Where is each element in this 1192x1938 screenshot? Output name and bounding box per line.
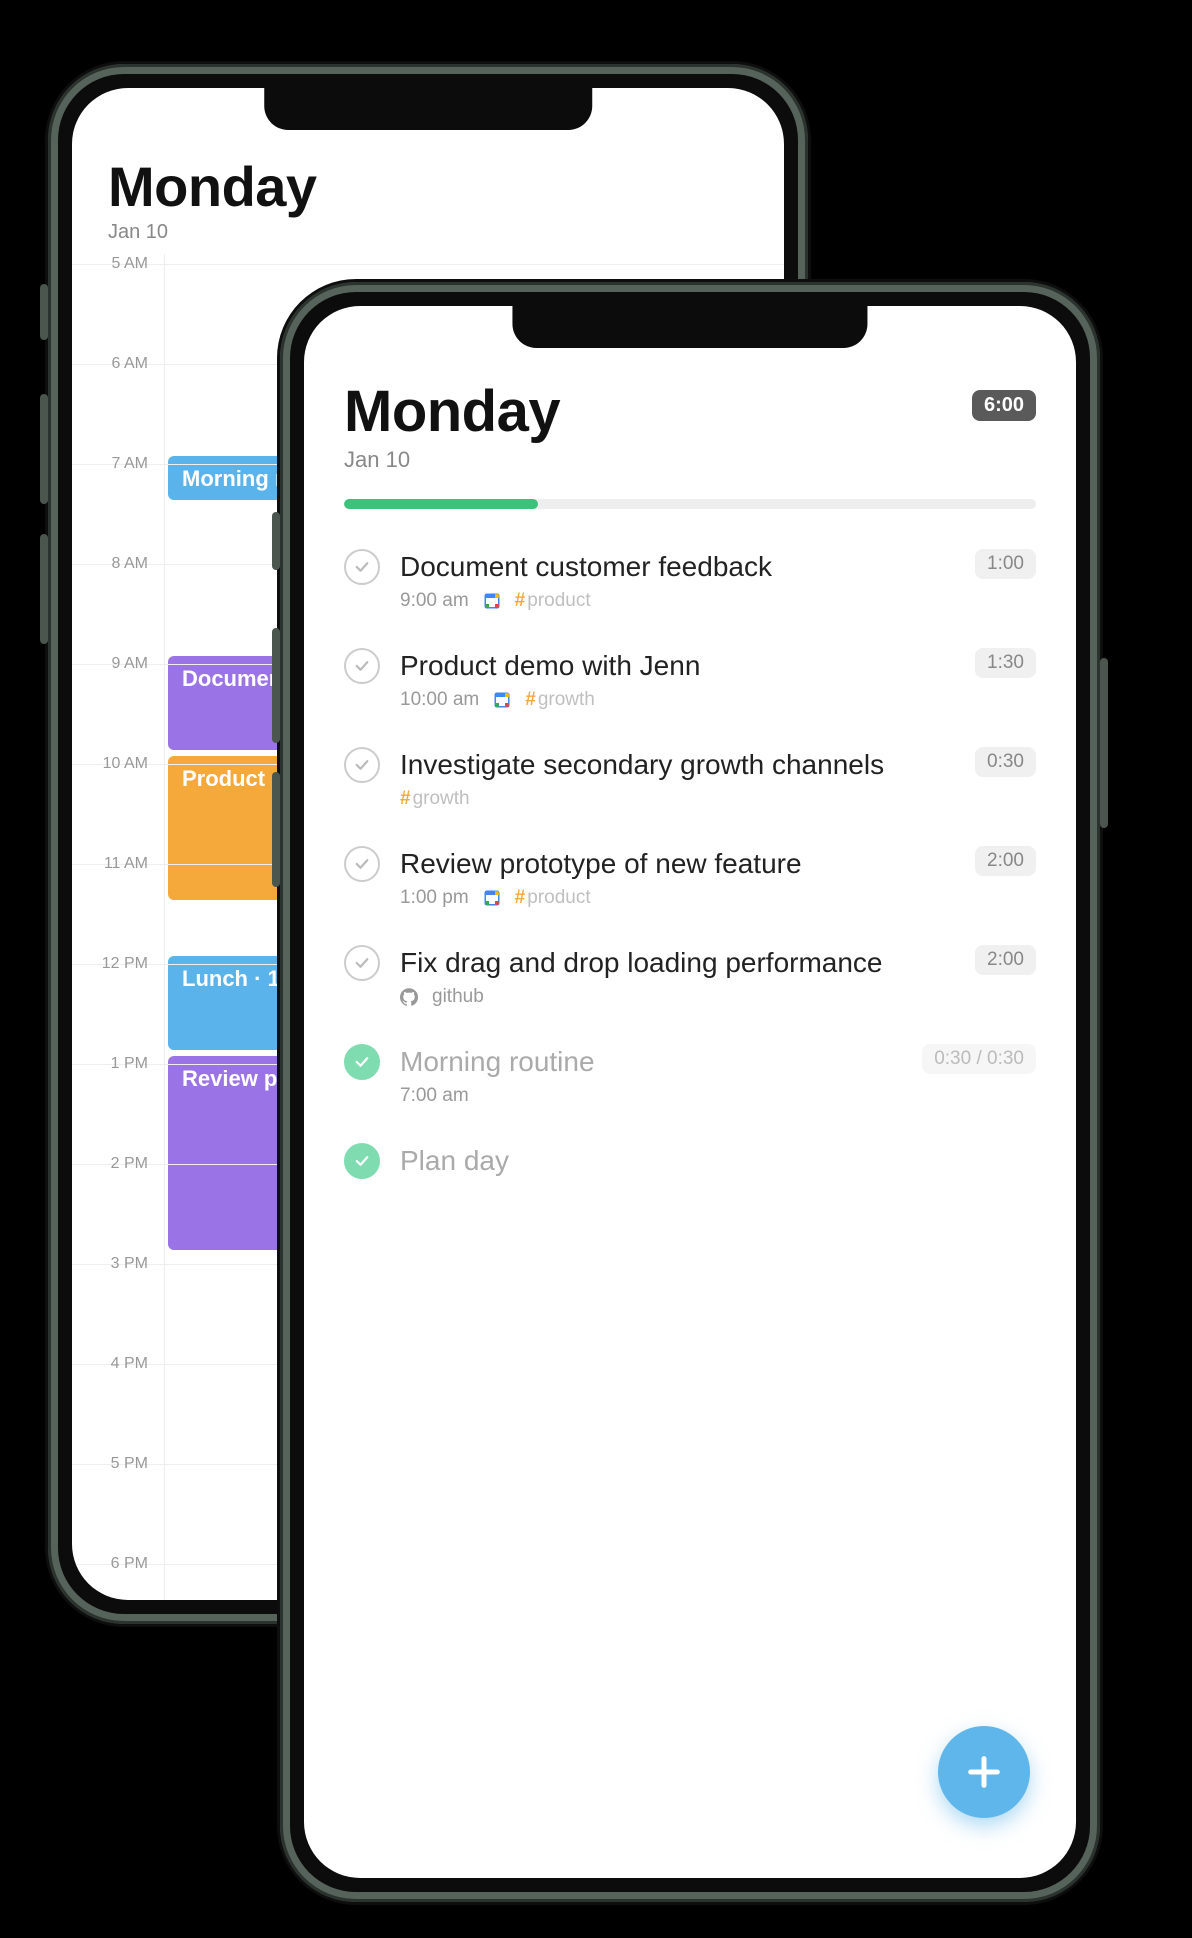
- task-checkbox[interactable]: [344, 1143, 380, 1179]
- total-duration-badge: 6:00: [972, 390, 1036, 421]
- task-title: Plan day: [400, 1143, 1036, 1178]
- task-meta: 7:00 am: [400, 1085, 922, 1107]
- hour-label: 5 AM: [90, 255, 148, 273]
- google-calendar-icon: [483, 592, 501, 610]
- hour-label: 6 PM: [90, 1555, 148, 1573]
- day-title: Monday: [344, 378, 560, 445]
- task-title: Review prototype of new feature: [400, 846, 975, 881]
- side-button: [272, 628, 280, 743]
- task-main: Plan day: [400, 1143, 1036, 1178]
- task-checkbox[interactable]: [344, 945, 380, 981]
- hour-label: 10 AM: [90, 755, 148, 773]
- phone-notch: [512, 306, 867, 348]
- task-tag[interactable]: #growth: [525, 689, 595, 711]
- task-row[interactable]: Plan day: [344, 1129, 1036, 1201]
- task-title: Morning routine: [400, 1044, 922, 1079]
- progress-track: [344, 499, 1036, 509]
- task-row[interactable]: Review prototype of new feature 1:00 pm #…: [344, 832, 1036, 931]
- google-calendar-icon: [493, 691, 511, 709]
- hour-label: 2 PM: [90, 1155, 148, 1173]
- tasks-screen: Monday Jan 10 6:00 Document customer fee…: [304, 306, 1076, 1878]
- add-task-button[interactable]: [938, 1726, 1030, 1818]
- task-time: 9:00 am: [400, 590, 469, 612]
- task-meta: github: [400, 986, 975, 1008]
- task-meta: 1:00 pm #product: [400, 887, 975, 909]
- side-button: [1100, 658, 1108, 828]
- hour-label: 9 AM: [90, 655, 148, 673]
- task-duration-pill: 1:00: [975, 549, 1036, 579]
- hour-label: 7 AM: [90, 455, 148, 473]
- task-checkbox[interactable]: [344, 1044, 380, 1080]
- task-row[interactable]: Fix drag and drop loading performance gi…: [344, 931, 1036, 1030]
- task-checkbox[interactable]: [344, 747, 380, 783]
- side-button: [40, 284, 48, 340]
- task-row[interactable]: Morning routine 7:00 am 0:30 / 0:30: [344, 1030, 1036, 1129]
- task-checkbox[interactable]: [344, 846, 380, 882]
- github-icon: [400, 988, 418, 1006]
- task-title: Investigate secondary growth channels: [400, 747, 975, 782]
- task-tag[interactable]: #growth: [400, 788, 470, 810]
- task-meta: 9:00 am #product: [400, 590, 975, 612]
- task-source-github: github: [432, 986, 484, 1008]
- task-time: 10:00 am: [400, 689, 479, 711]
- hour-label: 5 PM: [90, 1455, 148, 1473]
- task-main: Review prototype of new feature 1:00 pm #…: [400, 846, 975, 909]
- task-main: Document customer feedback 9:00 am #produ…: [400, 549, 975, 612]
- task-time: 7:00 am: [400, 1085, 469, 1107]
- hour-label: 8 AM: [90, 555, 148, 573]
- hour-label: 3 PM: [90, 1255, 148, 1273]
- date-subtitle: Jan 10: [108, 221, 748, 244]
- task-main: Investigate secondary growth channels #gr…: [400, 747, 975, 810]
- task-title: Document customer feedback: [400, 549, 975, 584]
- phone-tasks: Monday Jan 10 6:00 Document customer fee…: [280, 282, 1100, 1902]
- task-row[interactable]: Product demo with Jenn10:00 am #growth1:…: [344, 634, 1036, 733]
- task-checkbox[interactable]: [344, 648, 380, 684]
- task-row[interactable]: Document customer feedback 9:00 am #produ…: [344, 535, 1036, 634]
- task-duration-pill: 1:30: [975, 648, 1036, 678]
- date-subtitle: Jan 10: [344, 447, 560, 473]
- task-main: Morning routine 7:00 am: [400, 1044, 922, 1107]
- progress-fill: [344, 499, 538, 509]
- side-button: [272, 772, 280, 887]
- task-meta: #growth: [400, 788, 975, 810]
- hour-label: 6 AM: [90, 355, 148, 373]
- phone-notch: [264, 88, 592, 130]
- task-title: Fix drag and drop loading performance: [400, 945, 975, 980]
- task-duration-pill: 0:30: [975, 747, 1036, 777]
- task-main: Fix drag and drop loading performance gi…: [400, 945, 975, 1008]
- task-time: 1:00 pm: [400, 887, 469, 909]
- task-duration-pill: 0:30 / 0:30: [922, 1044, 1036, 1074]
- side-button: [272, 512, 280, 570]
- hour-label: 11 AM: [90, 855, 148, 873]
- side-button: [40, 394, 48, 504]
- task-duration-pill: 2:00: [975, 846, 1036, 876]
- google-calendar-icon: [483, 889, 501, 907]
- task-list[interactable]: Document customer feedback 9:00 am #produ…: [304, 509, 1076, 1201]
- hour-label: 1 PM: [90, 1055, 148, 1073]
- plus-icon: [964, 1752, 1004, 1792]
- task-row[interactable]: Investigate secondary growth channels #gr…: [344, 733, 1036, 832]
- task-meta: 10:00 am #growth: [400, 689, 975, 711]
- task-main: Product demo with Jenn 10:00 am #growth: [400, 648, 975, 711]
- task-tag[interactable]: #product: [515, 590, 591, 612]
- task-tag[interactable]: #product: [515, 887, 591, 909]
- hour-label: 4 PM: [90, 1355, 148, 1373]
- task-checkbox[interactable]: [344, 549, 380, 585]
- hour-label: 12 PM: [90, 955, 148, 973]
- day-title: Monday: [108, 154, 748, 219]
- task-title: Product demo with Jenn: [400, 648, 975, 683]
- task-duration-pill: 2:00: [975, 945, 1036, 975]
- side-button: [40, 534, 48, 644]
